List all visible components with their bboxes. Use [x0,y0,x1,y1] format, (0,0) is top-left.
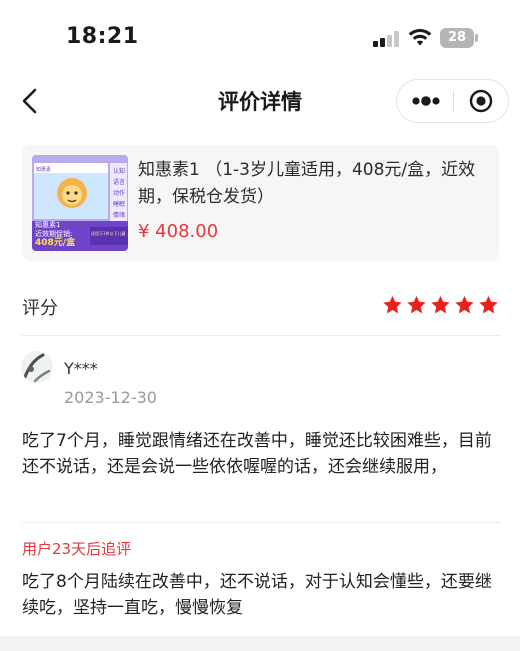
battery-icon: 28 [440,28,478,48]
star-rating [382,294,499,318]
status-time: 18:21 [66,24,139,49]
avatar [21,351,53,383]
reviewer-name: Y*** [64,359,98,378]
mini-program-capsule [396,79,509,123]
more-dots-icon[interactable] [397,80,453,122]
review-text: 吃了7个月，睡觉跟情绪还在改善中，睡觉还比较困难些，目前还不说话，还是会说一些依… [22,431,492,477]
thumbnail-note: 适用于3岁以下儿童 [91,231,126,236]
bottom-band [0,636,520,651]
product-price: ¥ 408.00 [138,221,219,242]
followup-text: 吃了8个月陆续在改善中，还不说话，对于认知会懂些，还要继续吃，坚持一直吃，慢慢恢… [22,572,492,618]
thumbnail-overlay: 知惠素1 近效期促销: 408元/盒 [35,221,76,248]
star-icon [431,295,450,314]
star-icon [455,295,474,314]
star-icon [407,295,426,314]
status-bar: 18:21 28 [0,0,520,78]
target-close-icon[interactable] [454,80,509,122]
review-date: 2023-12-30 [64,388,157,407]
wifi-icon [408,29,432,46]
divider [22,335,500,336]
followup-label: 用户23天后追评 [22,540,132,558]
product-thumbnail: 认知 语言 动作 睡眠 情绪 知惠素 知惠素1 近效期促销: 408元/盒 适用… [32,155,128,251]
rating-label: 评分 [22,298,58,319]
thumbnail-box-label: 知惠素 [36,167,52,173]
battery-level: 28 [440,28,474,48]
thumbnail-tags: 认知 语言 动作 睡眠 情绪 [112,168,125,219]
divider [22,522,500,523]
product-card[interactable]: 认知 语言 动作 睡眠 情绪 知惠素 知惠素1 近效期促销: 408元/盒 适用… [22,145,499,261]
star-icon [383,295,402,314]
signal-icon [373,31,401,47]
product-name: 知惠素1 （1-3岁儿童适用，408元/盒，近效期，保税仓发货） [138,160,476,207]
rating-row: 评分 [22,290,499,324]
star-icon [479,295,498,314]
nav-bar: 评价详情 [0,78,520,124]
